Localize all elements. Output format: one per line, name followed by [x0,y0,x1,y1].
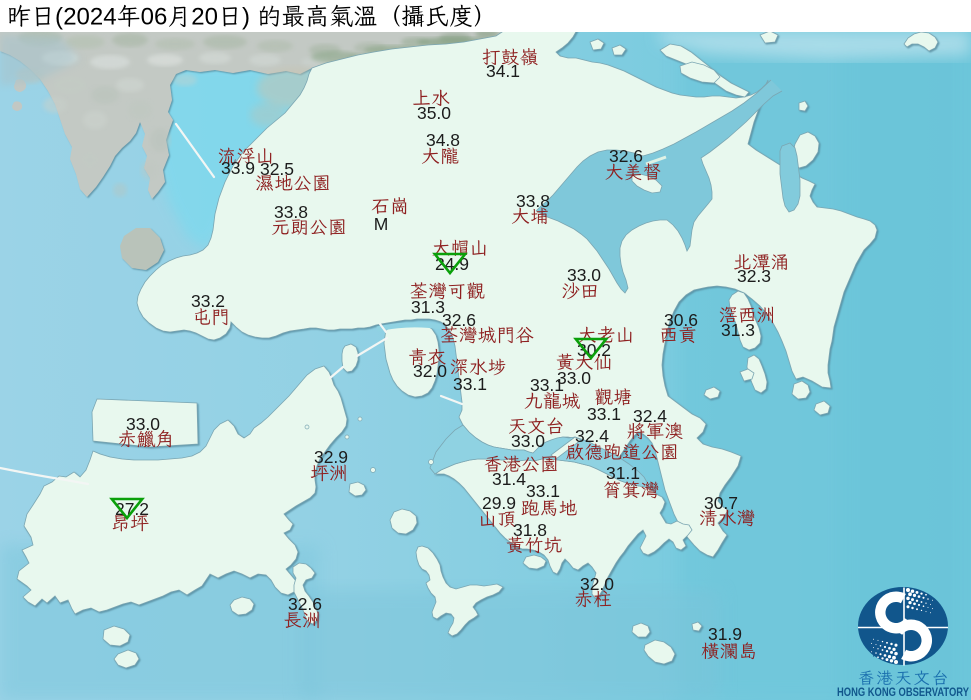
svg-text:33.8: 33.8 [516,191,550,211]
svg-text:(: ( [55,4,63,31]
svg-text:31.3: 31.3 [721,320,755,340]
svg-text:M: M [374,214,389,234]
svg-text:30.6: 30.6 [664,310,698,330]
svg-text:32.0: 32.0 [580,574,614,594]
svg-text:31.8: 31.8 [513,520,547,540]
svg-text:32.5: 32.5 [260,159,294,179]
svg-text:34.8: 34.8 [426,130,460,150]
svg-text:32.9: 32.9 [314,447,348,467]
svg-text:33.1: 33.1 [526,481,560,501]
svg-text:29.9: 29.9 [482,493,516,513]
svg-text:32.6: 32.6 [609,146,643,166]
svg-text:): ) [242,4,250,31]
svg-text:33.8: 33.8 [274,202,308,222]
svg-text:32.3: 32.3 [737,266,771,286]
svg-text:32.6: 32.6 [442,310,476,330]
svg-text:HONG KONG OBSERVATORY: HONG KONG OBSERVATORY [837,685,969,699]
svg-text:20: 20 [191,4,218,31]
svg-text:33.2: 33.2 [191,291,225,311]
svg-text:2024: 2024 [63,4,116,31]
svg-text:33.1: 33.1 [587,404,621,424]
svg-text:33.9: 33.9 [221,158,255,178]
svg-text:33.0: 33.0 [126,414,160,434]
svg-text:33.1: 33.1 [530,375,564,395]
svg-text:32.4: 32.4 [633,406,667,426]
svg-text:35.0: 35.0 [417,103,451,123]
svg-text:33.0: 33.0 [567,265,601,285]
svg-text:06: 06 [141,4,168,31]
svg-text:31.3: 31.3 [411,297,445,317]
svg-text:32.4: 32.4 [575,426,609,446]
svg-text:33.0: 33.0 [511,431,545,451]
svg-text:31.1: 31.1 [606,463,640,483]
svg-text:33.1: 33.1 [453,374,487,394]
svg-text:34.1: 34.1 [486,61,520,81]
svg-text:31.4: 31.4 [492,469,526,489]
svg-text:31.9: 31.9 [708,624,742,644]
svg-text:32.0: 32.0 [413,361,447,381]
svg-text:30.2: 30.2 [577,340,611,360]
svg-text:32.6: 32.6 [288,594,322,614]
svg-text:30.7: 30.7 [704,493,738,513]
